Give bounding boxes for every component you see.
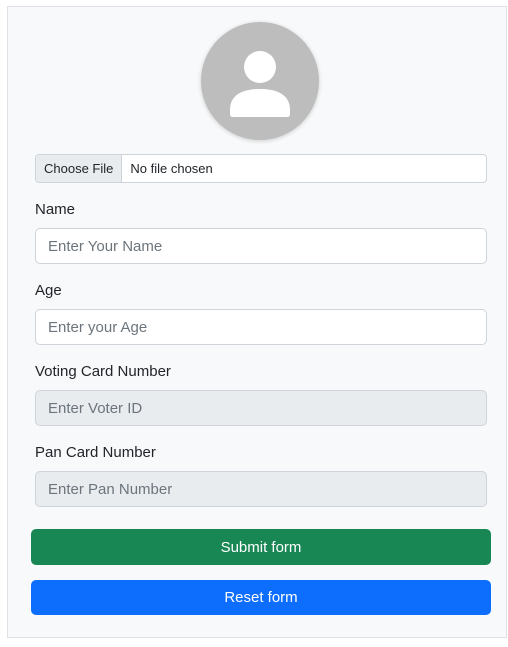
- choose-file-button[interactable]: Choose File: [36, 155, 123, 182]
- user-silhouette-icon: [230, 51, 290, 117]
- profile-avatar: [201, 22, 319, 140]
- age-label: Age: [35, 282, 62, 299]
- file-status-text: No file chosen: [130, 161, 213, 176]
- voter-id-input: [35, 390, 487, 426]
- submit-button[interactable]: Submit form: [31, 529, 491, 565]
- voter-id-label: Voting Card Number: [35, 363, 171, 380]
- pan-input: [35, 471, 487, 507]
- pan-label: Pan Card Number: [35, 444, 156, 461]
- name-label: Name: [35, 201, 76, 218]
- age-input[interactable]: [35, 309, 487, 345]
- profile-photo-file-input[interactable]: Choose File No file chosen: [35, 154, 487, 183]
- form-card: Choose File No file chosen Name Age Voti…: [7, 6, 507, 638]
- name-input[interactable]: [35, 228, 487, 264]
- reset-button[interactable]: Reset form: [31, 580, 491, 615]
